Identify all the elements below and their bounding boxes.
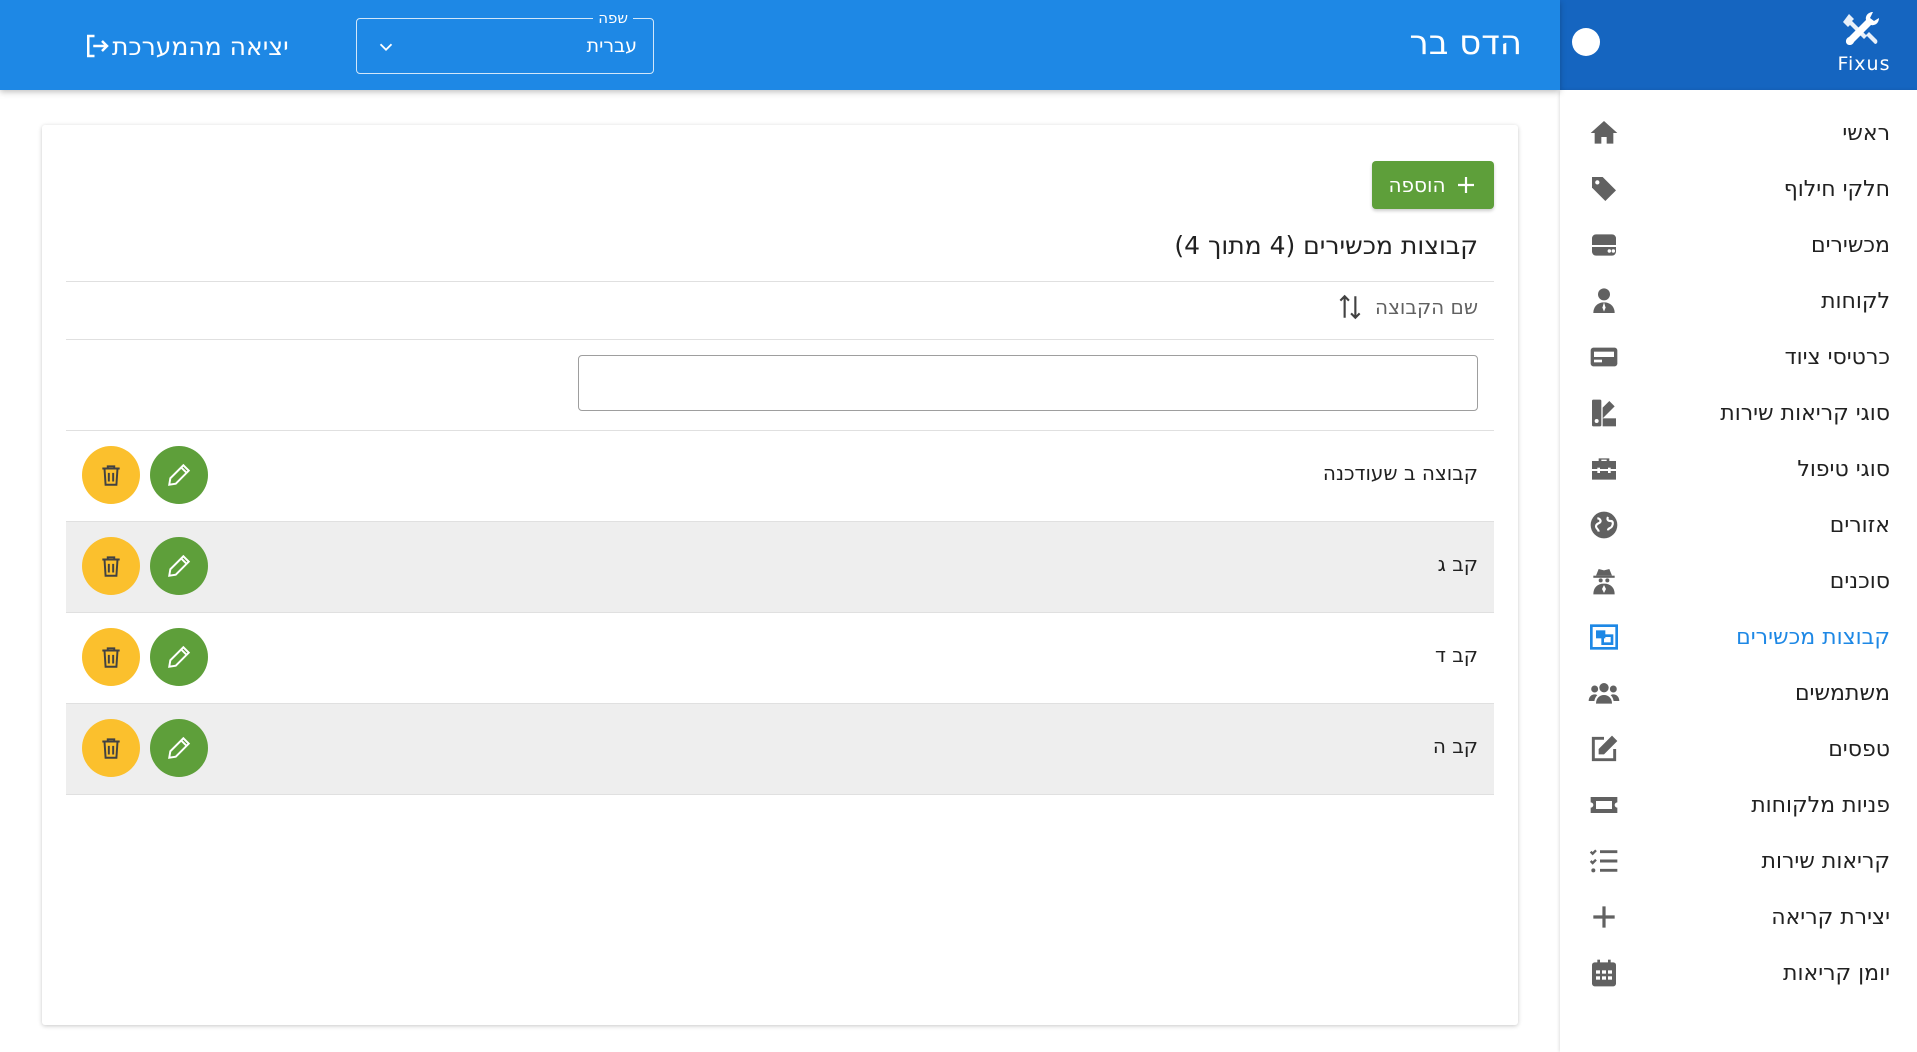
table-title: קבוצות מכשירים (4 מתוך 4) — [1174, 231, 1478, 260]
edit-button[interactable] — [150, 628, 208, 686]
users-icon — [1588, 683, 1620, 704]
column-header-group-name[interactable]: שם הקבוצה — [1337, 292, 1478, 322]
user-secret-icon — [1593, 569, 1615, 595]
group-name-filter-input[interactable] — [578, 355, 1478, 411]
table-row: קב ג — [66, 522, 1494, 613]
delete-button[interactable] — [82, 719, 140, 777]
language-select-value: עברית — [586, 35, 637, 57]
user-name: הדס בר — [1409, 23, 1523, 63]
sidebar-item-customers[interactable]: לקוחות — [1560, 273, 1917, 329]
sidebar-item-label: טפסים — [1828, 736, 1890, 762]
trash-icon — [102, 647, 120, 668]
language-select-legend: שפה — [593, 8, 633, 28]
column-header-label: שם הקבוצה — [1375, 295, 1478, 319]
sidebar-item-forms[interactable]: טפסים — [1560, 721, 1917, 777]
add-button-label: הוספה — [1388, 173, 1446, 197]
sidebar-item-call-calendar[interactable]: יומן קריאות — [1560, 945, 1917, 1001]
tags-icon — [1592, 177, 1616, 201]
delete-button[interactable] — [82, 537, 140, 595]
tools-icon — [1843, 12, 1879, 46]
pencil-icon — [168, 645, 191, 668]
sidebar-item-label: סוכנים — [1829, 568, 1890, 594]
sidebar-item-label: אזורים — [1829, 512, 1890, 538]
calendar-icon — [1592, 959, 1616, 987]
edit-button[interactable] — [150, 537, 208, 595]
user-tie-icon — [1593, 288, 1615, 313]
add-button[interactable]: הוספה — [1372, 161, 1494, 209]
divider — [66, 281, 1494, 282]
group-name-cell: קב ג — [1437, 552, 1478, 576]
card-icon — [1590, 347, 1618, 367]
sidebar-item-label: יצירת קריאה — [1771, 904, 1890, 930]
top-app-bar: הדס בר שפה עברית יציאה מהמערכת — [0, 0, 1560, 90]
sidebar-item-label: מכשירים — [1810, 232, 1890, 258]
group-name-cell: קב ה — [1432, 734, 1478, 758]
pencil-icon — [168, 736, 191, 759]
sidebar: ראשי חלקי חילוף מכשירים לקוחות כרטיסי צי… — [1560, 90, 1917, 1052]
sidebar-item-treatment-types[interactable]: סוגי טיפול — [1560, 441, 1917, 497]
chevron-down-icon — [379, 43, 393, 52]
edit-icon — [1591, 735, 1618, 762]
sidebar-item-label: קבוצות מכשירים — [1736, 624, 1890, 650]
sidebar-item-agents[interactable]: סוכנים — [1560, 553, 1917, 609]
pencil-icon — [168, 554, 191, 577]
sidebar-header: Fixus — [1560, 0, 1917, 90]
sidebar-item-label: משתמשים — [1794, 680, 1890, 706]
swatchbook-icon — [1592, 399, 1616, 427]
pencil-icon — [168, 463, 191, 486]
language-select[interactable]: שפה עברית — [356, 8, 654, 74]
sidebar-item-label: ראשי — [1842, 120, 1890, 146]
group-name-cell: קבוצה ב שעודכנה — [1322, 461, 1478, 485]
globe-icon — [1590, 511, 1618, 539]
sidebar-item-service-calls[interactable]: קריאות שירות — [1560, 833, 1917, 889]
sidebar-item-label: יומן קריאות — [1783, 960, 1890, 986]
sidebar-item-spare-parts[interactable]: חלקי חילוף — [1560, 161, 1917, 217]
delete-button[interactable] — [82, 446, 140, 504]
plus-icon — [1457, 177, 1474, 193]
sidebar-item-label: קריאות שירות — [1761, 848, 1890, 874]
hdd-icon — [1592, 234, 1616, 256]
sidebar-item-label: חלקי חילוף — [1783, 176, 1890, 202]
trash-icon — [102, 556, 120, 577]
delete-button[interactable] — [82, 628, 140, 686]
sidebar-item-label: פניות מלקוחות — [1751, 792, 1890, 818]
trash-icon — [102, 465, 120, 486]
group-name-cell: קב ד — [1434, 643, 1478, 667]
menu-toggle-button[interactable] — [1572, 28, 1600, 56]
sidebar-item-label: סוגי קריאות שירות — [1720, 400, 1890, 426]
divider — [66, 339, 1494, 340]
table-row: קב ד — [66, 613, 1494, 704]
edit-button[interactable] — [150, 719, 208, 777]
sidebar-item-users[interactable]: משתמשים — [1560, 665, 1917, 721]
sidebar-item-regions[interactable]: אזורים — [1560, 497, 1917, 553]
table-row: קבוצה ב שעודכנה — [66, 431, 1494, 522]
brand-name: Fixus — [1837, 53, 1891, 75]
sidebar-item-device-groups[interactable]: קבוצות מכשירים — [1560, 609, 1917, 665]
device-groups-card: הוספה קבוצות מכשירים (4 מתוך 4) שם הקבוצ… — [42, 125, 1518, 1025]
object-group-icon — [1590, 624, 1618, 650]
ticket-icon — [1590, 797, 1618, 813]
logout-button[interactable]: יציאה מהמערכת — [82, 26, 299, 66]
table-row: קב ה — [66, 704, 1494, 795]
sidebar-item-devices[interactable]: מכשירים — [1560, 217, 1917, 273]
toolbox-icon — [1592, 458, 1616, 480]
sidebar-item-create-call[interactable]: יצירת קריאה — [1560, 889, 1917, 945]
sidebar-item-label: סוגי טיפול — [1797, 456, 1890, 482]
logout-icon — [87, 34, 109, 58]
sort-icon — [1339, 294, 1361, 320]
sidebar-item-home[interactable]: ראשי — [1560, 105, 1917, 161]
logout-label: יציאה מהמערכת — [112, 31, 289, 61]
sidebar-item-equipment-cards[interactable]: כרטיסי ציוד — [1560, 329, 1917, 385]
brand-logo[interactable]: Fixus — [1829, 6, 1899, 84]
plus-icon — [1593, 906, 1615, 928]
trash-icon — [102, 738, 120, 759]
edit-button[interactable] — [150, 446, 208, 504]
tasks-icon — [1589, 849, 1618, 873]
sidebar-item-label: כרטיסי ציוד — [1784, 344, 1890, 370]
sidebar-item-label: לקוחות — [1821, 288, 1890, 314]
sidebar-item-customer-requests[interactable]: פניות מלקוחות — [1560, 777, 1917, 833]
home-icon — [1590, 121, 1618, 144]
sidebar-item-service-call-types[interactable]: סוגי קריאות שירות — [1560, 385, 1917, 441]
